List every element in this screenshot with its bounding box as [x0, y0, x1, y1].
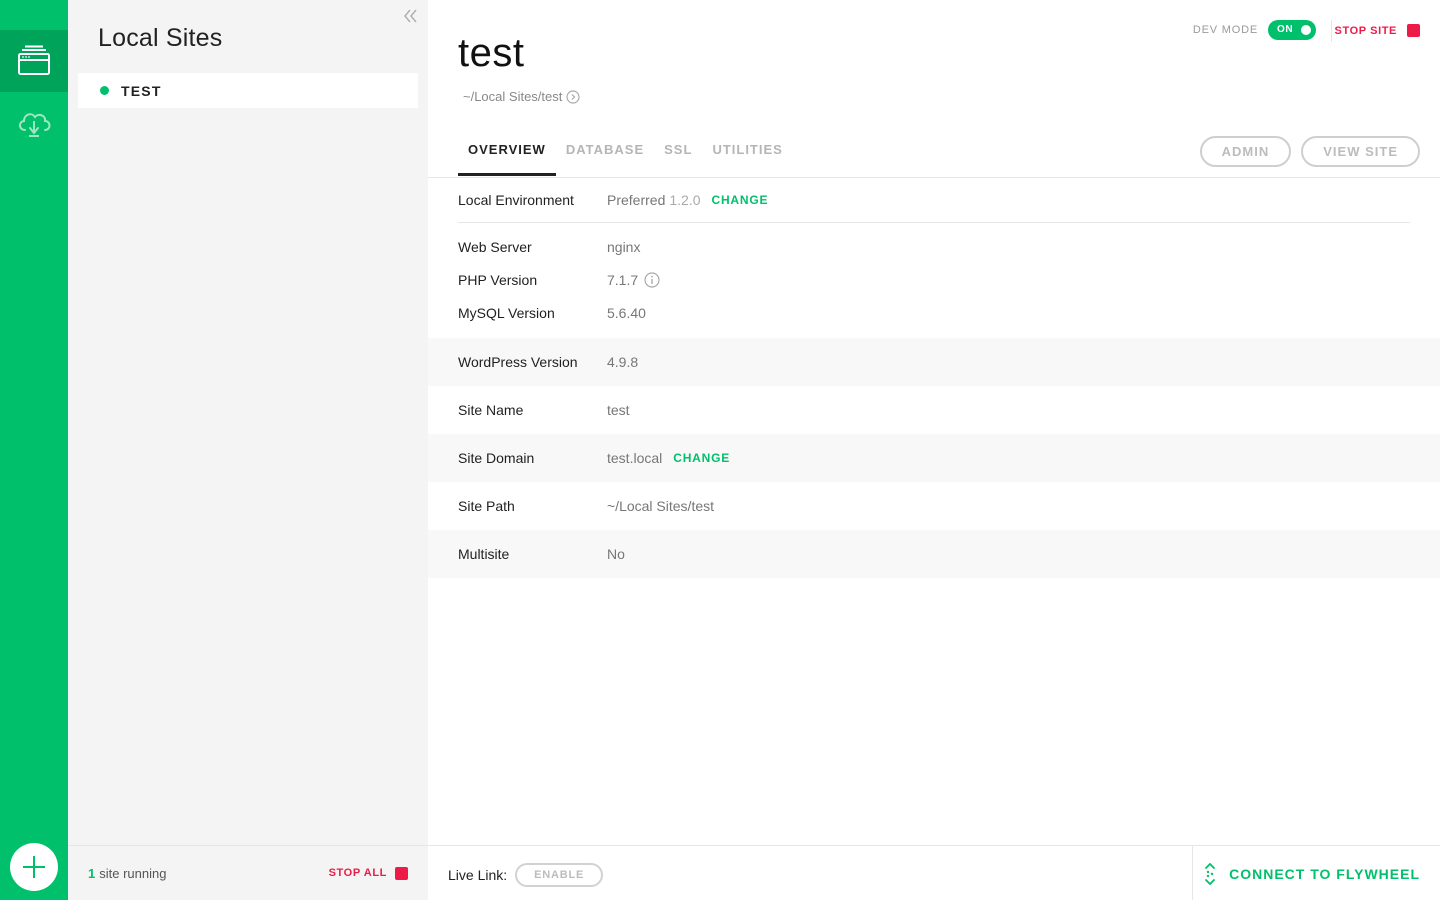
dev-mode-toggle[interactable]: ON — [1268, 20, 1316, 40]
admin-button[interactable]: ADMIN — [1199, 136, 1292, 167]
connect-flywheel-button[interactable]: CONNECT TO FLYWHEEL — [1203, 863, 1420, 885]
environment-row: Local Environment Preferred 1.2.0 CHANGE — [428, 178, 1440, 222]
footer-divider — [1192, 846, 1193, 900]
multisite-label: Multisite — [458, 546, 510, 562]
header-divider — [1331, 20, 1332, 42]
php-version-value: 7.1.7 — [607, 271, 639, 288]
stop-all-button[interactable]: STOP ALL — [328, 866, 408, 880]
site-list-item-test[interactable]: TEST — [78, 73, 418, 108]
info-icon[interactable] — [644, 271, 660, 288]
site-path-row: Site Path ~/Local Sites/test — [428, 482, 1440, 530]
change-domain-link[interactable]: CHANGE — [673, 451, 730, 465]
sidebar-title: Local Sites — [98, 24, 223, 52]
site-domain-label: Site Domain — [458, 450, 535, 466]
site-name-row: Site Name test — [428, 386, 1440, 434]
dev-mode-label: DEV MODE — [1192, 24, 1258, 36]
site-path-label: Site Path — [458, 498, 515, 514]
main-footer: Live Link: ENABLE CONNECT TO FLYWHEEL — [428, 845, 1440, 900]
running-status-dot — [100, 86, 109, 95]
mysql-version-row: MySQL Version 5.6.40 — [428, 296, 1440, 330]
site-list-item-label: TEST — [121, 82, 162, 99]
stop-all-label: STOP ALL — [328, 867, 387, 879]
running-text: site running — [99, 865, 167, 881]
toggle-knob — [1301, 25, 1311, 35]
enable-live-link-button[interactable]: ENABLE — [515, 863, 604, 887]
web-server-label: Web Server — [458, 238, 532, 255]
stop-icon — [1407, 24, 1420, 37]
php-version-row: PHP Version 7.1.7 — [428, 263, 1440, 296]
stop-site-button[interactable]: STOP SITE — [1335, 24, 1420, 37]
change-environment-link[interactable]: CHANGE — [712, 193, 769, 207]
site-detail-panel: DEV MODE ON STOP SITE test ~/Local Sites… — [428, 0, 1440, 900]
web-server-value: nginx — [607, 238, 641, 255]
sites-sidebar: Local Sites TEST 1 site running STOP ALL — [68, 0, 428, 900]
mysql-version-label: MySQL Version — [458, 305, 555, 321]
site-path-link[interactable]: ~/Local Sites/test — [463, 89, 580, 104]
multisite-value: No — [607, 546, 625, 562]
wordpress-version-label: WordPress Version — [458, 354, 578, 370]
mysql-version-value: 5.6.40 — [607, 305, 646, 321]
sites-icon — [18, 45, 50, 75]
site-path-value: ~/Local Sites/test — [607, 498, 715, 514]
site-tabs: OVERVIEW DATABASE SSL UTILITIES — [458, 130, 793, 178]
site-name-value: test — [607, 402, 630, 418]
app-rail — [0, 0, 68, 900]
live-link-label: Live Link: — [448, 867, 508, 883]
toggle-state-text: ON — [1277, 24, 1294, 35]
running-count: 1 — [88, 865, 96, 881]
arrow-circle-icon — [566, 89, 580, 104]
live-link-control: Live Link: ENABLE — [448, 863, 604, 887]
web-server-row: Web Server nginx — [428, 230, 1440, 263]
collapse-sidebar-icon[interactable] — [402, 7, 420, 25]
flywheel-icon — [1205, 863, 1215, 885]
tab-overview[interactable]: OVERVIEW — [458, 130, 556, 176]
site-title: test — [458, 31, 525, 75]
environment-value: Preferred — [607, 192, 666, 208]
wordpress-version-value: 4.9.8 — [607, 354, 639, 370]
plus-icon — [23, 856, 45, 878]
dev-mode-control: DEV MODE ON — [1193, 20, 1316, 40]
site-domain-row: Site Domain test.local CHANGE — [428, 434, 1440, 482]
connect-flywheel-label: CONNECT TO FLYWHEEL — [1229, 866, 1420, 882]
tab-database[interactable]: DATABASE — [556, 130, 654, 176]
multisite-row: Multisite No — [428, 530, 1440, 578]
php-version-value-group: 7.1.7 — [607, 272, 660, 288]
site-action-buttons: ADMIN VIEW SITE — [1190, 136, 1420, 167]
stop-site-label: STOP SITE — [1334, 24, 1397, 37]
site-path-text: ~/Local Sites/test — [463, 89, 563, 104]
add-site-button[interactable] — [10, 843, 58, 891]
sidebar-footer: 1 site running STOP ALL — [68, 845, 428, 900]
environment-value-group: Preferred 1.2.0 CHANGE — [607, 192, 768, 208]
environment-divider — [458, 222, 1410, 223]
rail-sites-button[interactable] — [0, 30, 68, 92]
view-site-button[interactable]: VIEW SITE — [1301, 136, 1420, 167]
site-domain-value-group: test.local CHANGE — [607, 450, 730, 466]
php-version-label: PHP Version — [458, 271, 538, 288]
tab-ssl[interactable]: SSL — [654, 130, 702, 176]
app-window: Local Sites TEST 1 site running STOP ALL… — [0, 0, 1440, 900]
rail-cloud-button[interactable] — [0, 93, 68, 155]
site-name-label: Site Name — [458, 402, 524, 418]
cloud-icon — [19, 113, 51, 137]
wordpress-version-row: WordPress Version 4.9.8 — [428, 338, 1440, 386]
environment-version: 1.2.0 — [669, 192, 701, 208]
tab-utilities[interactable]: UTILITIES — [702, 130, 792, 176]
stop-icon — [395, 866, 408, 880]
environment-label: Local Environment — [458, 192, 574, 208]
site-domain-value: test.local — [607, 450, 663, 466]
